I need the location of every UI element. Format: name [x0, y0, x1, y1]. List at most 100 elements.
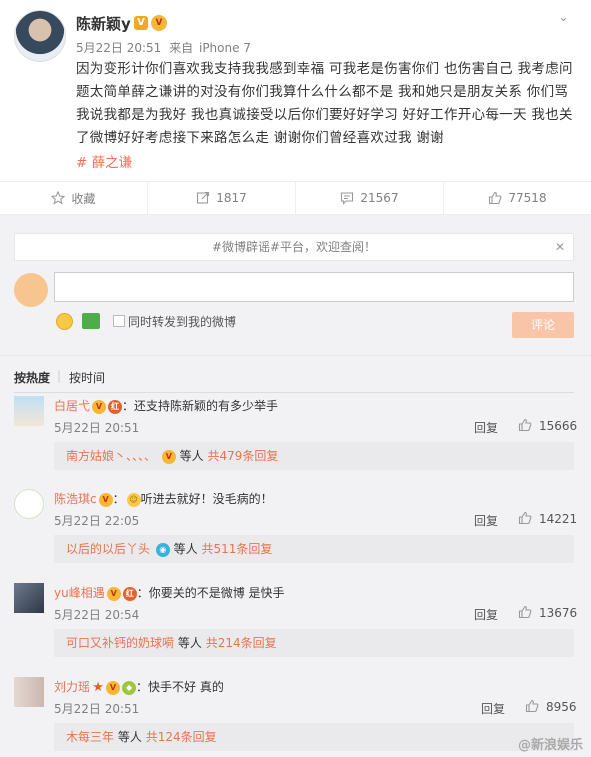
star-icon [51, 191, 66, 205]
sort-by-time-tab[interactable]: 按时间 [69, 369, 105, 386]
sub-reply-count[interactable]: 共479条回复 [208, 449, 279, 463]
comment-text: ：你要关的不是微博 是快手 [136, 586, 285, 600]
divider [0, 355, 591, 356]
comment-section: #微博辟谣#平台，欢迎查阅！ ✕ 同时转发到我的微博 评论 按热度 | 按时间 … [0, 215, 591, 757]
commenter-avatar[interactable] [14, 396, 44, 426]
sub-reply-mid: 等人 [117, 730, 142, 744]
thumbs-up-icon[interactable] [525, 699, 539, 713]
sub-replies-bar[interactable]: 以后的以后丫头 ◉ 等人 共511条回复 [54, 535, 574, 563]
comment-time: 5月22日 20:54 [54, 608, 140, 622]
vip-crown-icon: V [161, 449, 176, 464]
post-actions-bar: 收藏 1817 21567 77518 [0, 181, 591, 215]
commenter-avatar[interactable] [14, 489, 44, 519]
smile-emoji-icon: ☺ [126, 492, 141, 507]
sub-reply-mid: 等人 [173, 542, 198, 556]
repost-icon [197, 191, 210, 204]
repost-checkbox[interactable] [113, 315, 125, 327]
comment-like-count: 13676 [539, 606, 578, 620]
like-count: 77518 [508, 191, 547, 205]
comment-text: ：还支持陈新颖的有多少举手 [122, 399, 279, 413]
vip-crown-icon: V [98, 492, 113, 507]
watermark: @新浪娱乐 [517, 738, 583, 753]
sub-reply-mid: 等人 [179, 449, 204, 463]
post-source-prefix: 来自 [169, 41, 194, 55]
vip-crown-icon: V [151, 15, 167, 31]
commenter-name[interactable]: yu峰相遇 [54, 586, 105, 600]
comment-input[interactable] [54, 272, 574, 302]
red-badge-icon: 红 [122, 586, 137, 601]
camera-badge-icon: ◉ [155, 542, 170, 557]
sub-reply-user[interactable]: 木每三年 [66, 730, 114, 744]
comment-time: 5月22日 20:51 [54, 421, 140, 435]
comment-like-count: 15666 [539, 419, 578, 433]
notice-text[interactable]: #微博辟谣#平台，欢迎查阅！ [212, 240, 376, 254]
comment-time: 5月22日 22:05 [54, 514, 140, 528]
thumbs-up-icon[interactable] [518, 605, 532, 619]
sub-replies-bar[interactable]: 南方姑娘丶、、、、 V 等人 共479条回复 [54, 442, 574, 470]
sort-separator: | [57, 369, 62, 383]
commenter-avatar[interactable] [14, 677, 44, 707]
image-icon[interactable] [82, 313, 100, 329]
comment-button[interactable]: 21567 [296, 182, 444, 214]
post-content: 因为变形计你们喜欢我支持我我感到幸福 可我老是伤害你们 也伤害自己 我考虑问题太… [76, 61, 573, 146]
comment-like-count: 14221 [539, 512, 578, 526]
commenter-name[interactable]: 刘力瑶 [54, 680, 90, 694]
favorite-label: 收藏 [71, 191, 96, 206]
favorite-button[interactable]: 收藏 [0, 182, 148, 214]
post-date[interactable]: 5月22日 20:51 [76, 41, 161, 55]
commenter-name[interactable]: 白居弋 [54, 399, 90, 413]
submit-comment-button[interactable]: 评论 [512, 312, 574, 338]
reply-button[interactable]: 回复 [474, 512, 498, 529]
poster-avatar[interactable] [14, 10, 66, 62]
like-button[interactable]: 77518 [444, 182, 591, 214]
emoji-icon[interactable] [56, 313, 73, 330]
sub-reply-count[interactable]: 共511条回复 [202, 542, 273, 556]
sub-reply-count[interactable]: 共214条回复 [206, 636, 277, 650]
reply-button[interactable]: 回复 [474, 419, 498, 436]
sort-by-hot-tab[interactable]: 按热度 [14, 369, 50, 386]
sub-reply-user[interactable]: 可口又补钙的奶球嗬 [66, 636, 174, 650]
star-icon: ★ [92, 679, 104, 695]
reply-button[interactable]: 回复 [481, 700, 505, 717]
post-topic-link[interactable]: # 薛之谦 [76, 151, 132, 171]
commenter-name[interactable]: 陈浩琪c [54, 492, 97, 506]
sub-replies-bar[interactable]: 可口又补钙的奶球嗬 等人 共214条回复 [54, 629, 574, 657]
weibo-post: 陈新颖y V V ⌄ 5月22日 20:51 来自 iPhone 7 因为变形计… [0, 0, 591, 180]
comment-icon [341, 192, 354, 205]
vip-crown-icon: V [106, 586, 121, 601]
comment-time: 5月22日 20:51 [54, 702, 140, 716]
comment-body: 白居弋 V 红：还支持陈新颖的有多少举手 [54, 397, 278, 414]
comment-body: yu峰相遇 V 红：你要关的不是微博 是快手 [54, 584, 285, 601]
comment-body: 刘力瑶 ★ V ◆ ：快手不好 真的 [54, 678, 224, 695]
divider [14, 392, 574, 393]
poster-username[interactable]: 陈新颖y [76, 13, 131, 34]
thumbs-up-icon [489, 191, 502, 205]
repost-count: 1817 [216, 191, 247, 205]
leaf-badge-icon: ◆ [122, 680, 137, 695]
rumor-notice-banner[interactable]: #微博辟谣#平台，欢迎查阅！ ✕ [14, 233, 574, 261]
verified-badge-icon: V [134, 16, 148, 30]
comment-text: 听进去就好！没毛病的！ [140, 492, 273, 506]
repost-button[interactable]: 1817 [148, 182, 296, 214]
thumbs-up-icon[interactable] [518, 511, 532, 525]
sub-reply-user[interactable]: 南方姑娘丶、、、、 [66, 449, 156, 463]
comment-body: 陈浩琪c V： ☺ 听进去就好！没毛病的！ [54, 492, 273, 507]
vip-crown-icon: V [106, 680, 121, 695]
current-user-avatar [14, 273, 48, 307]
comment-like-count: 8956 [546, 700, 577, 714]
sub-reply-count[interactable]: 共124条回复 [146, 730, 217, 744]
commenter-avatar[interactable] [14, 583, 44, 613]
post-device[interactable]: iPhone 7 [199, 41, 251, 55]
chevron-down-icon[interactable]: ⌄ [558, 10, 574, 25]
thumbs-up-icon[interactable] [518, 418, 532, 432]
sub-reply-user[interactable]: 以后的以后丫头 [66, 542, 150, 556]
comment-count: 21567 [360, 191, 399, 205]
sub-replies-bar[interactable]: 木每三年 等人 共124条回复 [54, 723, 574, 751]
post-meta: 5月22日 20:51 来自 iPhone 7 [76, 39, 251, 56]
reply-button[interactable]: 回复 [474, 606, 498, 623]
sub-reply-mid: 等人 [177, 636, 202, 650]
red-badge-icon: 红 [108, 399, 123, 414]
repost-checkbox-label[interactable]: 同时转发到我的微博 [128, 313, 236, 330]
comment-text: ：快手不好 真的 [136, 680, 224, 694]
close-icon[interactable]: ✕ [555, 234, 565, 260]
